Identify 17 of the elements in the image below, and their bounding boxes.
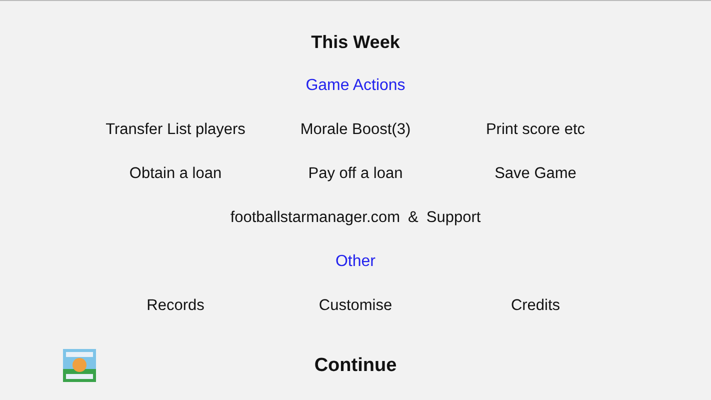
menu-option[interactable]: Obtain a loan — [86, 165, 266, 183]
menu-option[interactable]: Customise — [266, 297, 446, 315]
continue-button[interactable]: Continue — [310, 352, 401, 378]
menu-option[interactable]: Save Game — [446, 165, 626, 183]
menu-option[interactable]: Pay off a loan — [266, 165, 446, 183]
section-heading[interactable]: Game Actions — [306, 74, 406, 98]
menu-option[interactable]: Credits — [446, 297, 626, 315]
menu-option[interactable]: Support — [426, 209, 481, 227]
screen-title: This Week — [311, 31, 400, 54]
menu-option[interactable]: Morale Boost(3) — [266, 121, 446, 139]
ampersand-text: & — [408, 209, 418, 227]
menu-option[interactable]: Print score etc — [446, 121, 626, 139]
menu-option[interactable]: Records — [86, 297, 266, 315]
menu-option[interactable]: footballstarmanager.com — [230, 209, 400, 227]
app-logo-icon — [63, 349, 96, 382]
menu-option[interactable]: Transfer List players — [86, 121, 266, 139]
section-heading[interactable]: Other — [335, 250, 376, 274]
